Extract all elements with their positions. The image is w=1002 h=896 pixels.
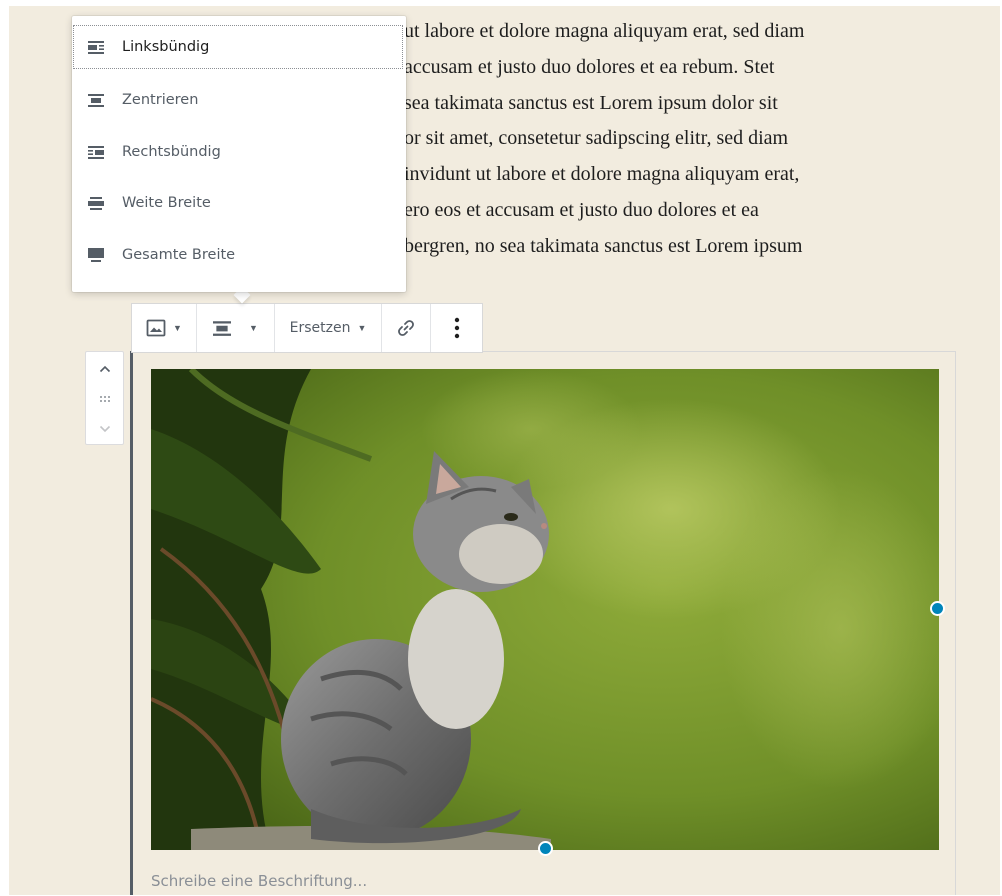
paragraph-line: invidunt ut labore et dolore magna aliqu…: [404, 163, 800, 186]
replace-label: Ersetzen: [289, 320, 351, 336]
caret-down-icon: ▼: [249, 323, 258, 333]
block-type-button[interactable]: ▼: [132, 304, 197, 352]
menu-item-align-right[interactable]: Rechtsbündig: [74, 131, 402, 173]
menu-item-label: Linksbündig: [122, 39, 210, 55]
menu-item-align-full[interactable]: Gesamte Breite: [74, 234, 402, 276]
move-up-button[interactable]: [86, 354, 123, 384]
align-center-icon: [213, 321, 232, 336]
menu-item-align-center[interactable]: Zentrieren: [74, 79, 402, 121]
paragraph-block[interactable]: ut labore et dolore magna aliquyam erat,…: [404, 14, 944, 265]
menu-item-label: Gesamte Breite: [122, 247, 236, 263]
block-mover: [85, 351, 124, 445]
align-right-icon: [88, 146, 104, 159]
paragraph-line: ero eos et accusam et justo duo dolores …: [404, 198, 759, 221]
align-button[interactable]: ▼: [197, 304, 275, 352]
resize-handle-bottom[interactable]: [538, 841, 553, 856]
alignment-dropdown-menu: Linksbündig Zentrieren Rechtsbündig Weit…: [72, 16, 406, 292]
more-vertical-icon: [454, 317, 459, 339]
menu-item-label: Zentrieren: [122, 92, 199, 108]
resize-handle-right[interactable]: [930, 601, 945, 616]
link-icon: [398, 320, 414, 336]
paragraph-line: sea takimata sanctus est Lorem ipsum dol…: [404, 91, 778, 114]
image-icon: [146, 319, 166, 337]
chevron-up-icon: [99, 365, 110, 373]
drag-handle[interactable]: [86, 384, 123, 414]
kitten-photo: [151, 369, 939, 850]
paragraph-line: ut labore et dolore magna aliquyam erat,…: [404, 20, 805, 42]
block-toolbar: ▼ ▼ Ersetzen ▼: [131, 303, 483, 353]
drag-handle-icon: [99, 396, 110, 402]
align-full-icon: [88, 248, 104, 262]
paragraph-line: accusam et justo duo dolores et ea rebum…: [404, 55, 775, 78]
replace-button[interactable]: Ersetzen ▼: [275, 304, 382, 352]
more-options-button[interactable]: [431, 304, 482, 352]
paragraph-line: or sit amet, consetetur sadipscing elitr…: [404, 127, 789, 150]
menu-item-align-left[interactable]: Linksbündig: [73, 25, 403, 69]
menu-item-label: Weite Breite: [122, 195, 211, 211]
caption-input[interactable]: Schreibe eine Beschriftung...: [151, 872, 931, 896]
align-left-icon: [88, 41, 104, 54]
menu-item-align-wide[interactable]: Weite Breite: [74, 182, 402, 224]
selected-block-indicator: [130, 351, 133, 895]
image[interactable]: [151, 369, 939, 850]
menu-item-label: Rechtsbündig: [122, 144, 221, 160]
link-button[interactable]: [382, 304, 431, 352]
caret-down-icon: ▼: [173, 323, 182, 333]
caret-down-icon: ▼: [357, 323, 367, 333]
align-wide-icon: [88, 197, 104, 210]
paragraph-line: bergren, no sea takimata sanctus est Lor…: [404, 234, 803, 257]
chevron-down-icon: [99, 425, 110, 433]
align-center-icon: [88, 94, 104, 107]
move-down-button[interactable]: [86, 414, 123, 444]
